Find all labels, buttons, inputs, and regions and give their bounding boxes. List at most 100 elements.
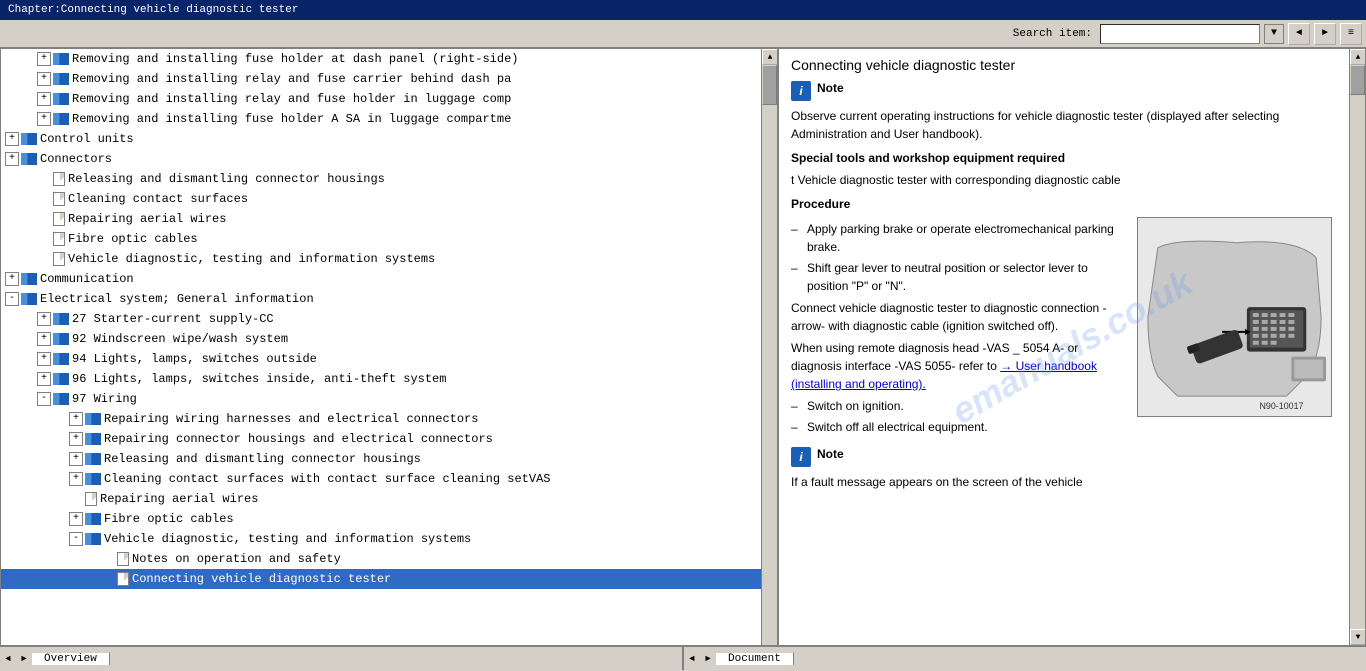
book-icon-24: [85, 513, 101, 525]
scroll-up-btn[interactable]: ▲: [762, 49, 778, 65]
toc-item-9[interactable]: Repairing aerial wires: [1, 209, 761, 229]
expand-icon-13[interactable]: -: [5, 292, 19, 306]
toc-item-8[interactable]: Cleaning contact surfaces: [1, 189, 761, 209]
toc-item-27[interactable]: Connecting vehicle diagnostic tester: [1, 569, 761, 589]
nav-next-btn[interactable]: ►: [1314, 23, 1336, 45]
content-row: Apply parking brake or operate electrome…: [791, 217, 1337, 439]
toc-item-10[interactable]: Fibre optic cables: [1, 229, 761, 249]
toc-item-17[interactable]: +96 Lights, lamps, switches inside, anti…: [1, 369, 761, 389]
expand-icon-1[interactable]: +: [37, 52, 51, 66]
toc-item-22[interactable]: +Cleaning contact surfaces with contact …: [1, 469, 761, 489]
toc-scrollbar[interactable]: ▲ ▼: [761, 49, 777, 645]
expand-icon-14[interactable]: +: [37, 312, 51, 326]
doc-icon-10: [53, 232, 65, 246]
scroll-thumb[interactable]: [762, 65, 777, 105]
toc-text-2: Removing and installing relay and fuse c…: [72, 70, 511, 88]
toc-text-8: Cleaning contact surfaces: [68, 190, 248, 208]
toc-item-25[interactable]: -Vehicle diagnostic, testing and informa…: [1, 529, 761, 549]
expand-icon-17[interactable]: +: [37, 372, 51, 386]
toc-item-4[interactable]: +Removing and installing fuse holder A S…: [1, 109, 761, 129]
toc-item-19[interactable]: + Repairing wiring harnesses and electric…: [1, 409, 761, 429]
special-tools-heading: Special tools and workshop equipment req…: [791, 149, 1337, 167]
toc-item-18[interactable]: -97 Wiring: [1, 389, 761, 409]
toc-text-3: Removing and installing relay and fuse h…: [72, 90, 511, 108]
scroll-right-btn[interactable]: ►: [16, 647, 32, 671]
toc-item-11[interactable]: Vehicle diagnostic, testing and informat…: [1, 249, 761, 269]
toc-text-11: Vehicle diagnostic, testing and informat…: [68, 250, 435, 268]
step-6: Switch off all electrical equipment.: [791, 418, 1129, 436]
expand-icon-15[interactable]: +: [37, 332, 51, 346]
toc-text-5: Control units: [40, 130, 134, 148]
toc-item-26[interactable]: Notes on operation and safety: [1, 549, 761, 569]
connector-svg: N90-10017: [1138, 217, 1331, 417]
toc-text-19: Repairing wiring harnesses and electrica…: [104, 410, 478, 428]
toolbar: Search item: ▼ ◄ ► ≡: [0, 20, 1366, 48]
document-tab[interactable]: Document: [716, 652, 794, 665]
toc-item-7[interactable]: Releasing and dismantling connector hous…: [1, 169, 761, 189]
expand-icon-18[interactable]: -: [37, 392, 51, 406]
expand-icon-12[interactable]: +: [5, 272, 19, 286]
step-1: Apply parking brake or operate electrome…: [791, 220, 1129, 256]
toc-item-24[interactable]: +Fibre optic cables: [1, 509, 761, 529]
doc-icon-8: [53, 192, 65, 206]
book-icon-21: [85, 453, 101, 465]
toc-item-23[interactable]: Repairing aerial wires: [1, 489, 761, 509]
expand-icon-6[interactable]: +: [5, 152, 19, 166]
expand-icon-3[interactable]: +: [37, 92, 51, 106]
doc-scroll-down[interactable]: ▼: [1350, 629, 1365, 645]
toc-item-12[interactable]: +Communication: [1, 269, 761, 289]
step-2: Shift gear lever to neutral position or …: [791, 259, 1129, 295]
toc-item-21[interactable]: + Releasing and dismantling connector hou…: [1, 449, 761, 469]
doc-icon-9: [53, 212, 65, 226]
doc-icon-23: [85, 492, 97, 506]
expand-icon-24[interactable]: +: [69, 512, 83, 526]
expand-icon-19[interactable]: +: [69, 412, 83, 426]
toc-tree[interactable]: +Removing and installing fuse holder at …: [1, 49, 761, 645]
expand-icon-25[interactable]: -: [69, 532, 83, 546]
user-handbook-link[interactable]: → User handbook (installing and operatin…: [791, 359, 1097, 391]
expand-icon-22[interactable]: +: [69, 472, 83, 486]
toc-item-16[interactable]: +94 Lights, lamps, switches outside: [1, 349, 761, 369]
toc-item-3[interactable]: + Removing and installing relay and fuse …: [1, 89, 761, 109]
toc-item-13[interactable]: -Electrical system; General information: [1, 289, 761, 309]
expand-icon-20[interactable]: +: [69, 432, 83, 446]
expand-icon-16[interactable]: +: [37, 352, 51, 366]
doc-scroll-thumb[interactable]: [1350, 65, 1365, 95]
toc-item-20[interactable]: +Repairing connector housings and electr…: [1, 429, 761, 449]
toc-text-6: Connectors: [40, 150, 112, 168]
toc-item-1[interactable]: +Removing and installing fuse holder at …: [1, 49, 761, 69]
book-icon-13: [21, 293, 37, 305]
toc-item-5[interactable]: + Control units: [1, 129, 761, 149]
search-dropdown-btn[interactable]: ▼: [1264, 24, 1284, 44]
expand-icon-5[interactable]: +: [5, 132, 19, 146]
note-box-2: i Note: [791, 447, 1337, 467]
search-input[interactable]: [1100, 24, 1260, 44]
overview-tab[interactable]: Overview: [32, 652, 110, 665]
expand-icon-4[interactable]: +: [37, 112, 51, 126]
doc-scroll-left-btn[interactable]: ◄: [684, 647, 700, 671]
toc-item-6[interactable]: + Connectors: [1, 149, 761, 169]
right-status: ◄ ► Document: [682, 647, 1366, 670]
overview-tab-label: Overview: [44, 653, 97, 665]
toc-item-2[interactable]: + Removing and installing relay and fuse …: [1, 69, 761, 89]
book-icon-3: [53, 93, 69, 105]
expand-icon-2[interactable]: +: [37, 72, 51, 86]
book-icon-4: [53, 113, 69, 125]
note2-text: If a fault message appears on the screen…: [791, 473, 1337, 491]
search-label: Search item:: [1013, 28, 1092, 40]
toc-text-10: Fibre optic cables: [68, 230, 198, 248]
scroll-left-btn[interactable]: ◄: [0, 647, 16, 671]
toc-text-21: Releasing and dismantling connector hous…: [104, 450, 421, 468]
doc-scroll-right-btn[interactable]: ►: [700, 647, 716, 671]
doc-scroll-up[interactable]: ▲: [1350, 49, 1365, 65]
remote-text: When using remote diagnosis head -VAS _ …: [791, 339, 1129, 393]
expand-icon-21[interactable]: +: [69, 452, 83, 466]
doc-icon-7: [53, 172, 65, 186]
toc-item-15[interactable]: +92 Windscreen wipe/wash system: [1, 329, 761, 349]
toc-item-14[interactable]: +27 Starter-current supply-CC: [1, 309, 761, 329]
nav-prev-btn[interactable]: ◄: [1288, 23, 1310, 45]
procedure-heading: Procedure: [791, 195, 1337, 213]
note1-text: Observe current operating instructions f…: [791, 107, 1337, 143]
menu-btn[interactable]: ≡: [1340, 23, 1362, 45]
toc-text-26: Notes on operation and safety: [132, 550, 341, 568]
